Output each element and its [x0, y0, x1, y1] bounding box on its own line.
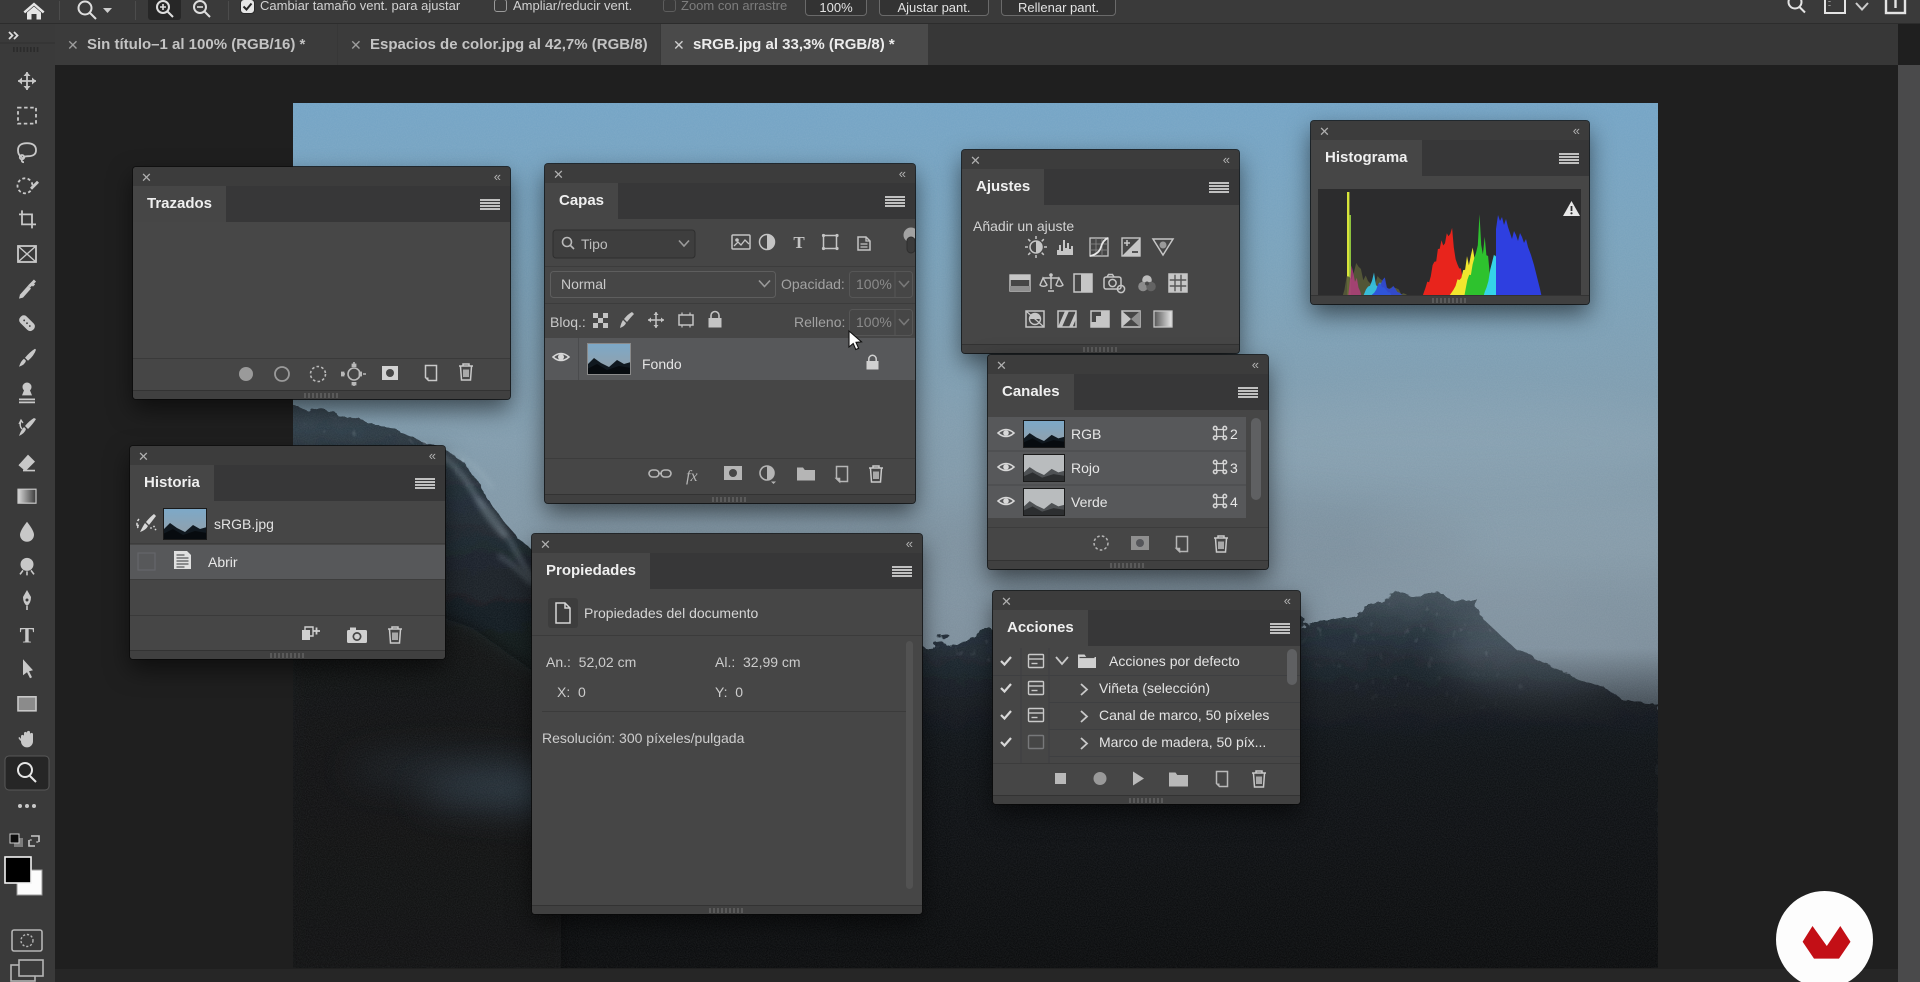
svg-text:fx: fx	[686, 468, 698, 485]
svg-text:Y: 0: Y: 0	[715, 684, 743, 700]
svg-text:2: 2	[1230, 426, 1238, 442]
svg-text:Viñeta (selección): Viñeta (selección)	[1099, 680, 1210, 696]
svg-text:Rojo: Rojo	[1071, 460, 1100, 476]
svg-text:Abrir: Abrir	[208, 554, 238, 570]
svg-text:T: T	[793, 233, 805, 252]
svg-text:X: 0: X: 0	[557, 684, 586, 700]
svg-text:Bloq.:: Bloq.:	[550, 314, 586, 330]
svg-text:Propiedades del documento: Propiedades del documento	[584, 605, 759, 621]
svg-text:Canal de marco, 50 píxeles: Canal de marco, 50 píxeles	[1099, 707, 1269, 723]
svg-text:Resolución: 300 píxeles/pulgad: Resolución: 300 píxeles/pulgada	[542, 730, 745, 746]
svg-text:An.: 52,02 cm: An.: 52,02 cm	[546, 654, 636, 670]
svg-text:100%: 100%	[856, 314, 892, 330]
svg-text:Marco de madera, 50 píx...: Marco de madera, 50 píx...	[1099, 734, 1266, 750]
svg-text:Fondo: Fondo	[642, 356, 682, 372]
svg-text:T: T	[20, 623, 35, 648]
svg-text:Relleno:: Relleno:	[794, 314, 845, 330]
svg-text:sRGB.jpg: sRGB.jpg	[214, 516, 274, 532]
svg-text:Verde: Verde	[1071, 494, 1108, 510]
svg-text:Al.: 32,99 cm: Al.: 32,99 cm	[715, 654, 801, 670]
svg-text:Acciones por defecto: Acciones por defecto	[1109, 653, 1240, 669]
svg-text:Añadir un ajuste: Añadir un ajuste	[973, 218, 1074, 234]
svg-text:Normal: Normal	[561, 276, 606, 292]
svg-text:3: 3	[1230, 460, 1238, 476]
svg-text:Tipo: Tipo	[581, 236, 608, 252]
svg-text:Opacidad:: Opacidad:	[781, 276, 845, 292]
svg-text:4: 4	[1230, 494, 1238, 510]
svg-text:100%: 100%	[856, 276, 892, 292]
svg-text:RGB: RGB	[1071, 426, 1101, 442]
